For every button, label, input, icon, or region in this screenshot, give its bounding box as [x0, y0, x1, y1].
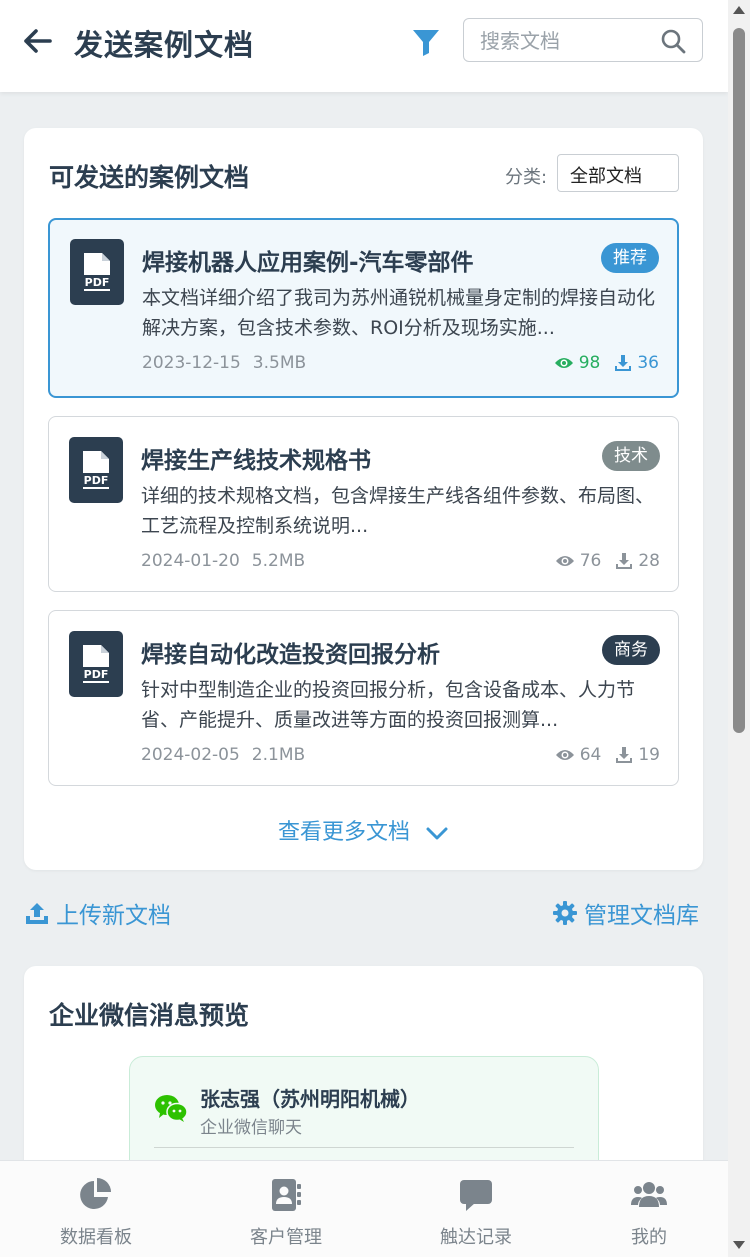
pdf-file-icon: PDF	[69, 631, 123, 697]
download-icon	[615, 355, 632, 371]
document-tag-badge: 推荐	[601, 243, 659, 273]
pdf-file-icon: PDF	[69, 437, 123, 503]
download-count: 36	[614, 353, 659, 373]
users-icon	[631, 1182, 667, 1207]
document-meta: 2024-02-05 2.1MB	[141, 745, 305, 765]
document-item[interactable]: PDF 焊接机器人应用案例-汽车零部件 推荐本文档详细介绍了我司为苏州通锐机械量身定…	[48, 218, 679, 398]
category-label: 分类:	[505, 167, 548, 188]
nav-label-customers: 客户管理	[250, 1227, 322, 1248]
document-meta: 2024-01-20 5.2MB	[141, 551, 305, 571]
pie-chart-icon	[80, 1178, 111, 1209]
document-size: 5.2MB	[251, 551, 306, 571]
document-item[interactable]: PDF 焊接自动化改造投资回报分析 商务针对中型制造企业的投资回报分析，包含设备成本…	[48, 610, 679, 786]
download-count-value: 36	[637, 353, 659, 373]
manage-library-link[interactable]: 管理文档库	[552, 896, 699, 930]
document-size: 3.5MB	[252, 353, 307, 373]
chevron-down-icon	[426, 827, 448, 840]
nav-item-customers[interactable]: 客户管理	[216, 1161, 356, 1257]
view-count-value: 76	[579, 551, 602, 571]
document-size: 2.1MB	[251, 745, 306, 765]
download-count: 28	[615, 551, 660, 571]
document-description: 针对中型制造企业的投资回报分析，包含设备成本、人力节省、产能提升、质量改进等方面…	[141, 679, 636, 731]
view-count: 64	[555, 745, 602, 765]
manage-label: 管理文档库	[584, 903, 699, 929]
nav-item-records[interactable]: 触达记录	[406, 1161, 546, 1257]
contact-name: 张志强（苏州明阳机械）	[200, 1087, 420, 1111]
preview-section-title: 企业微信消息预览	[49, 1001, 250, 1030]
document-stats: 98 36	[540, 353, 659, 373]
documents-card: 可发送的案例文档 分类: 全部文档 PDF 焊接机器人应用案例-汽车零部件 推荐本文…	[24, 128, 703, 870]
chat-type: 企业微信聊天	[200, 1118, 302, 1138]
document-date: 2024-02-05	[141, 745, 240, 765]
nav-item-me[interactable]: 我的	[579, 1161, 719, 1257]
divider	[154, 1147, 574, 1148]
category-select[interactable]: 全部文档	[557, 154, 679, 192]
bottom-navigation: 数据看板 客户管理 触达记录 我的	[0, 1160, 728, 1257]
svg-text:PDF: PDF	[84, 474, 109, 487]
scroll-up-arrow-icon[interactable]	[733, 6, 745, 14]
documents-section-title: 可发送的案例文档	[49, 163, 250, 192]
document-title: 焊接自动化改造投资回报分析	[141, 642, 440, 668]
address-book-icon	[272, 1179, 301, 1211]
scroll-down-arrow-icon[interactable]	[733, 1241, 745, 1249]
document-date: 2024-01-20	[141, 551, 240, 571]
download-icon	[616, 747, 633, 763]
search-icon[interactable]	[660, 28, 686, 54]
wechat-icon	[155, 1095, 188, 1122]
document-title: 焊接生产线技术规格书	[141, 448, 371, 474]
download-count-value: 28	[638, 551, 660, 571]
eye-icon	[555, 750, 574, 760]
document-title: 焊接机器人应用案例-汽车零部件	[142, 250, 474, 276]
chat-bubble-icon	[460, 1180, 492, 1211]
view-count-value: 98	[578, 353, 601, 373]
document-meta: 2023-12-15 3.5MB	[142, 353, 306, 373]
document-tag-badge: 技术	[602, 441, 660, 471]
eye-icon	[554, 358, 573, 368]
download-icon	[616, 553, 633, 569]
upload-new-doc-link[interactable]: 上传新文档	[24, 896, 171, 930]
document-tag-badge: 商务	[602, 635, 660, 665]
nav-item-dashboard[interactable]: 数据看板	[26, 1161, 166, 1257]
view-count: 76	[555, 551, 602, 571]
view-count: 98	[554, 353, 601, 373]
top-bar: 发送案例文档	[0, 0, 728, 92]
document-description: 详细的技术规格文档，包含焊接生产线各组件参数、布局图、工艺流程及控制系统说明..…	[141, 485, 655, 537]
svg-text:PDF: PDF	[85, 276, 110, 289]
document-stats: 76 28	[541, 551, 660, 571]
view-more-docs-link[interactable]: 查看更多文档	[24, 814, 703, 846]
page-title: 发送案例文档	[74, 28, 255, 62]
download-count: 19	[615, 745, 660, 765]
filter-icon[interactable]	[410, 26, 442, 58]
upload-icon	[26, 903, 48, 924]
search-box[interactable]	[463, 18, 703, 62]
svg-text:PDF: PDF	[84, 668, 109, 681]
scrollbar-thumb[interactable]	[733, 28, 745, 733]
document-description: 本文档详细介绍了我司为苏州通锐机械量身定制的焊接自动化解决方案，包含技术参数、R…	[142, 287, 656, 339]
search-input[interactable]	[480, 27, 660, 55]
nav-label-dashboard: 数据看板	[60, 1227, 132, 1248]
nav-label-records: 触达记录	[440, 1227, 512, 1248]
view-count-value: 64	[579, 745, 602, 765]
eye-icon	[555, 556, 574, 566]
gear-icon	[553, 901, 577, 925]
document-item[interactable]: PDF 焊接生产线技术规格书 技术详细的技术规格文档，包含焊接生产线各组件参数、布局…	[48, 416, 679, 592]
nav-label-me: 我的	[631, 1227, 667, 1248]
pdf-file-icon: PDF	[70, 239, 124, 305]
document-date: 2023-12-15	[142, 353, 241, 373]
back-arrow-icon[interactable]	[20, 24, 54, 58]
view-more-label: 查看更多文档	[277, 820, 410, 845]
upload-label: 上传新文档	[56, 903, 171, 929]
download-count-value: 19	[638, 745, 660, 765]
document-stats: 64 19	[541, 745, 660, 765]
